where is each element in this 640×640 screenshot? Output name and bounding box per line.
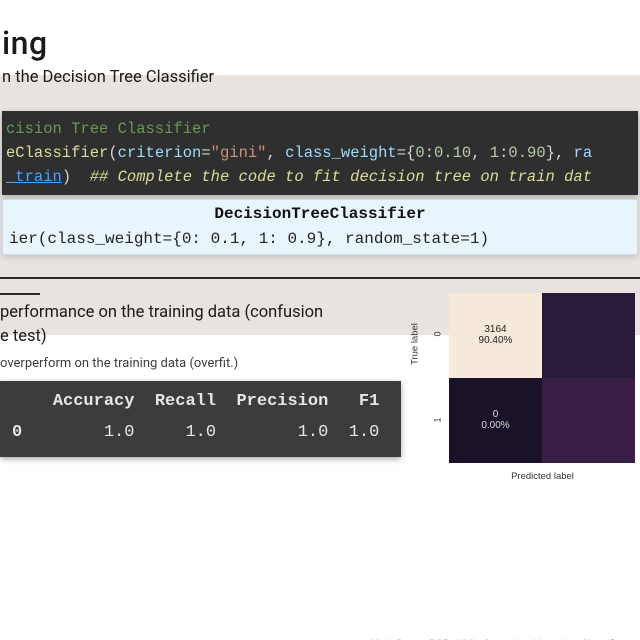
code-var: _train bbox=[6, 168, 62, 186]
metrics-h0: Accuracy bbox=[53, 392, 135, 411]
code-num: 0.10 bbox=[434, 144, 471, 162]
page-title: ing bbox=[0, 24, 640, 62]
cm-cell-11 bbox=[542, 378, 635, 463]
metrics-v3: 1.0 bbox=[349, 423, 380, 442]
code-punct: = bbox=[397, 144, 406, 162]
code-punct: , bbox=[266, 144, 285, 162]
code-class: eClassifier bbox=[6, 144, 108, 162]
cm-ylabel: True label bbox=[410, 323, 421, 365]
metrics-v2: 1.0 bbox=[298, 423, 329, 442]
cm-ytick-1: 1 bbox=[433, 417, 443, 422]
metrics-idx: 0 bbox=[12, 423, 22, 442]
output-line: ier(class_weight={0: 0.1, 1: 0.9}, rando… bbox=[9, 230, 489, 248]
cm-xlabel: Predicted label bbox=[449, 471, 636, 482]
cm-cell-10: 0 0.00% bbox=[449, 378, 542, 463]
output-header: DecisionTreeClassifier bbox=[9, 202, 631, 227]
cm-cell-00: 3164 90.40% bbox=[449, 293, 542, 378]
code-str: "gini" bbox=[211, 144, 267, 162]
code-punct: : bbox=[425, 144, 434, 162]
code-block: cision Tree Classifier eClassifier(crite… bbox=[2, 111, 638, 195]
output-block: DecisionTreeClassifier ier(class_weight={… bbox=[2, 199, 638, 255]
metrics-h3: F1 bbox=[359, 392, 379, 411]
code-punct: { bbox=[406, 144, 415, 162]
code-punct: ) bbox=[62, 168, 90, 186]
perf-title: performance on the training data (confus… bbox=[0, 301, 401, 349]
cm-ytick-0: 0 bbox=[433, 331, 443, 336]
confusion-matrix: True label 0 1 3164 90.40% 0 0.00% Predi… bbox=[411, 293, 636, 482]
metrics-v1: 1.0 bbox=[185, 423, 216, 442]
metrics-header-row: Accuracy Recall Precision F1 bbox=[12, 392, 379, 411]
slide-content: ing n the Decision Tree Classifier cisio… bbox=[0, 24, 640, 640]
metrics-v0: 1.0 bbox=[104, 423, 135, 442]
code-punct: = bbox=[201, 144, 210, 162]
page-subtitle: n the Decision Tree Classifier bbox=[0, 68, 640, 87]
code-num: 0.90 bbox=[508, 144, 545, 162]
cm-cell-01 bbox=[542, 293, 635, 378]
code-comment: cision Tree Classifier bbox=[6, 120, 211, 138]
code-punct: }, bbox=[546, 144, 574, 162]
cm-cell-10-count: 0 bbox=[493, 409, 499, 420]
metrics-table: Accuracy Recall Precision F1 0 1.0 1.0 1… bbox=[0, 381, 401, 456]
cm-cell-00-count: 3164 bbox=[484, 324, 506, 335]
code-kw: ra bbox=[574, 144, 593, 162]
metrics-h2: Precision bbox=[236, 392, 328, 411]
code-comment: ## Complete the code to fit decision tre… bbox=[90, 168, 592, 186]
cm-cell-10-pct: 0.00% bbox=[481, 420, 509, 431]
metrics-h1: Recall bbox=[155, 392, 216, 411]
code-punct: ( bbox=[108, 144, 117, 162]
code-num: 0 bbox=[415, 144, 424, 162]
cm-cell-00-pct: 90.40% bbox=[479, 335, 513, 346]
code-punct: , bbox=[471, 144, 490, 162]
divider bbox=[0, 277, 640, 279]
code-kw: criterion bbox=[118, 144, 202, 162]
perf-note: overperform on the training data (overfi… bbox=[0, 356, 401, 371]
code-num: 1 bbox=[490, 144, 499, 162]
code-kw: class_weight bbox=[285, 144, 397, 162]
